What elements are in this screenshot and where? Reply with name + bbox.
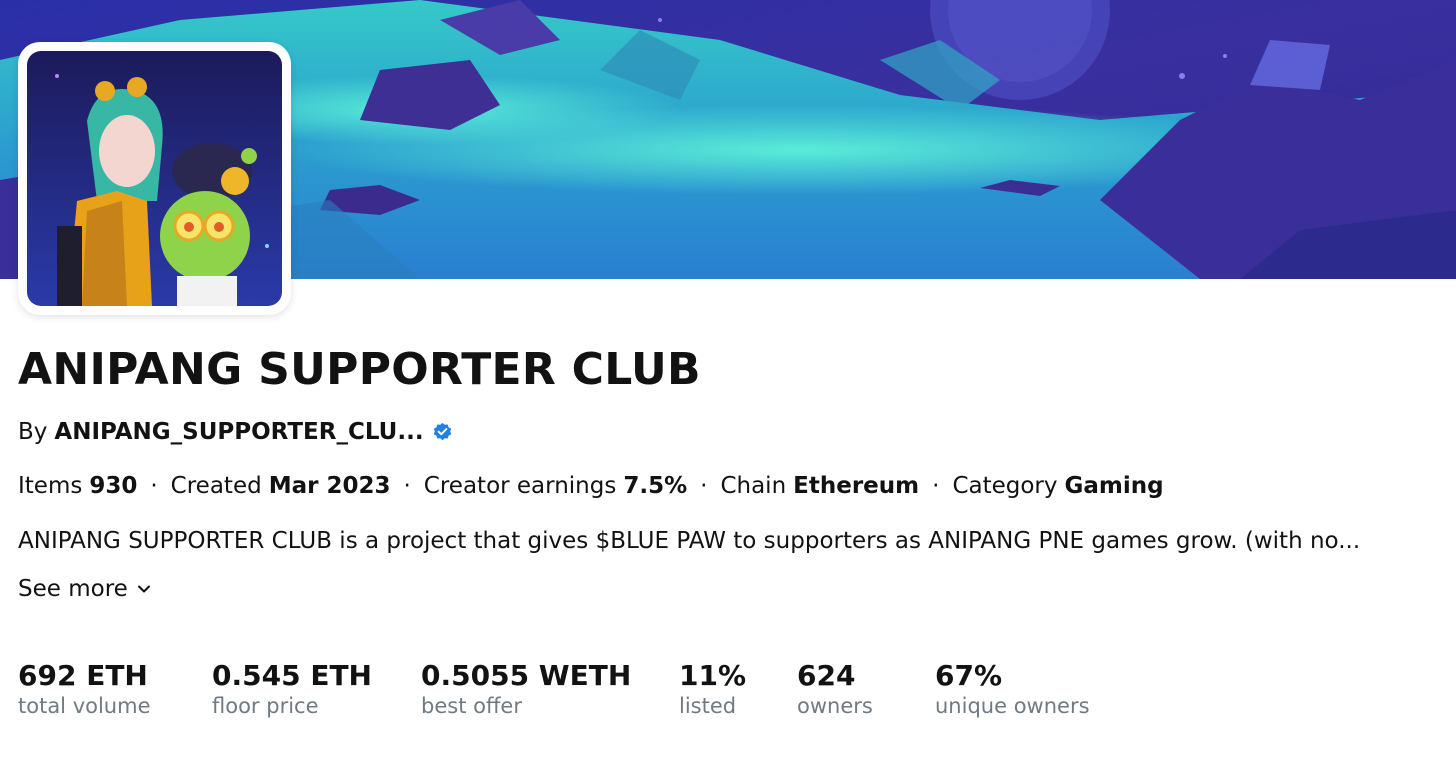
see-more-button[interactable]: See more [18, 576, 152, 602]
meta-earnings-label: Creator earnings [423, 473, 617, 499]
stat-unique-owners[interactable]: 67% unique owners [935, 659, 1115, 718]
stat-label: best offer [421, 694, 522, 718]
collection-title: ANIPANG SUPPORTER CLUB [18, 344, 701, 395]
meta-separator: · [403, 473, 411, 499]
meta-category-label: Category [952, 473, 1058, 499]
creator-link[interactable]: ANIPANG_SUPPORTER_CLU... [54, 419, 423, 445]
stat-label: owners [797, 694, 873, 718]
meta-separator: · [700, 473, 708, 499]
collection-stats: 692 ETH total volume 0.545 ETH floor pri… [18, 659, 1115, 718]
by-label: By [18, 419, 48, 445]
stat-label: listed [679, 694, 737, 718]
stat-value: 624 [797, 659, 856, 692]
stat-value: 692 ETH [18, 659, 148, 692]
stat-label: unique owners [935, 694, 1090, 718]
collection-meta: Items 930 · Created Mar 2023 · Creator e… [18, 473, 1164, 499]
stat-value: 0.5055 WETH [421, 659, 632, 692]
stat-value: 67% [935, 659, 1003, 692]
stat-owners[interactable]: 624 owners [797, 659, 935, 718]
verified-badge-icon [432, 422, 453, 443]
chevron-down-icon [136, 581, 152, 597]
meta-separator: · [932, 473, 940, 499]
meta-category-value: Gaming [1064, 473, 1164, 499]
stat-label: floor price [212, 694, 319, 718]
collection-description: ANIPANG SUPPORTER CLUB is a project that… [18, 528, 1361, 554]
meta-chain-value: Ethereum [793, 473, 920, 499]
stat-floor-price[interactable]: 0.545 ETH floor price [212, 659, 421, 718]
stat-value: 0.545 ETH [212, 659, 372, 692]
see-more-label: See more [18, 576, 128, 602]
stat-value: 11% [679, 659, 747, 692]
meta-created-value: Mar 2023 [268, 473, 391, 499]
stat-listed[interactable]: 11% listed [679, 659, 797, 718]
stat-best-offer[interactable]: 0.5055 WETH best offer [421, 659, 679, 718]
meta-items-label: Items [18, 473, 83, 499]
creator-byline: By ANIPANG_SUPPORTER_CLU... [18, 419, 453, 445]
collection-avatar [18, 42, 291, 315]
meta-created-label: Created [170, 473, 262, 499]
stat-label: total volume [18, 694, 151, 718]
stat-total-volume[interactable]: 692 ETH total volume [18, 659, 212, 718]
meta-chain-label: Chain [720, 473, 787, 499]
meta-earnings-value: 7.5% [623, 473, 688, 499]
meta-separator: · [150, 473, 158, 499]
meta-items-value: 930 [89, 473, 138, 499]
